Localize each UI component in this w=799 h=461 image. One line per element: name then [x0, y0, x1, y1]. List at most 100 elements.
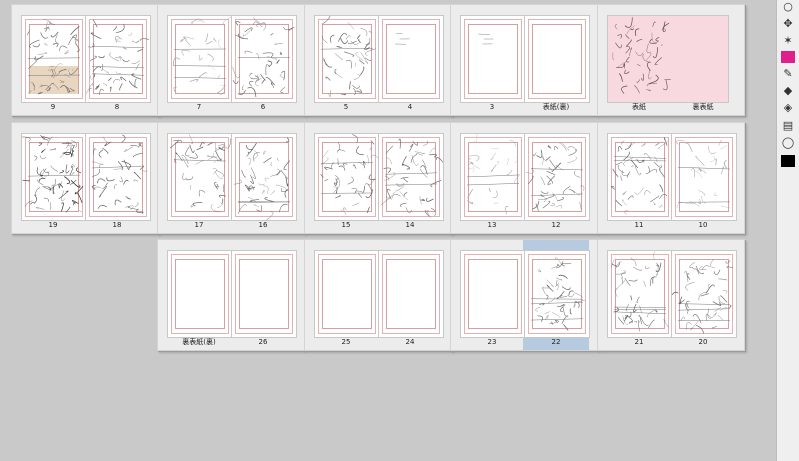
page-number-label: 裏表紙(裏) [182, 338, 216, 346]
page-thumbnail[interactable] [460, 133, 526, 221]
page-thumbnail[interactable] [671, 250, 737, 338]
page-thumbnail[interactable] [231, 250, 297, 338]
page-spread[interactable]: 13 12 [450, 122, 598, 234]
page-sketch [169, 134, 232, 213]
page-number-label: 表紙(裏) [542, 103, 570, 111]
page-sketch [672, 259, 734, 334]
page-spread[interactable]: 25 24 [304, 239, 452, 351]
page-sketch [86, 19, 149, 95]
page-thumbnail[interactable] [21, 15, 87, 103]
page-number-label: 26 [258, 338, 268, 346]
page-thumbnail[interactable] [524, 15, 590, 103]
page-thumbnail[interactable] [231, 15, 297, 103]
page-spread[interactable]: 98 [11, 4, 159, 116]
page-thumbnail[interactable] [378, 15, 444, 103]
page-number-label: 24 [405, 338, 415, 346]
page-sketch [315, 251, 379, 337]
page-sketch [461, 251, 525, 337]
balloon-icon[interactable]: ◯ [780, 136, 796, 150]
lasso-select-icon[interactable]: ○ [780, 0, 796, 14]
page-spread[interactable]: 76 [157, 4, 305, 116]
page-sketch [525, 16, 589, 102]
page-thumbnail[interactable] [314, 15, 380, 103]
page-thumbnail[interactable] [671, 133, 737, 221]
page-number-label: 16 [258, 221, 268, 229]
page-sketch [173, 16, 232, 95]
page-spread[interactable]: 表紙 裏表紙 [597, 4, 745, 116]
page-sketch [466, 134, 521, 215]
page-thumbnail[interactable] [378, 133, 444, 221]
page-number-label: 19 [48, 221, 58, 229]
page-thumbnail[interactable] [607, 250, 673, 338]
move-icon[interactable]: ✥ [780, 17, 796, 31]
eraser-icon[interactable]: ◆ [780, 84, 796, 98]
page-sketch [26, 18, 81, 95]
page-number-label: 裏表紙 [692, 103, 714, 111]
page-spread[interactable]: 19 18 [11, 122, 159, 234]
page-number-label: 23 [487, 338, 497, 346]
page-thumbnail[interactable] [524, 250, 590, 338]
page-thumbnail[interactable] [314, 250, 380, 338]
page-spread[interactable]: 21 20 [597, 239, 745, 351]
page-number-label: 8 [114, 103, 120, 111]
cover-page[interactable] [607, 15, 729, 103]
color-swatch-black[interactable] [781, 155, 795, 167]
page-sketch [22, 135, 84, 213]
page-thumbnail[interactable] [378, 250, 444, 338]
page-sketch [168, 251, 232, 337]
page-spread[interactable]: 3 表紙(裏) [450, 4, 598, 116]
page-number-label: 15 [341, 221, 351, 229]
pen-icon[interactable]: ✎ [780, 67, 796, 81]
page-sketch [612, 17, 671, 94]
tool-palette: ○ ✥ ✶ ✎ ◆ ◈ ▤ ◯ [776, 0, 799, 461]
page-sketch [91, 134, 148, 214]
page-number-label: 6 [260, 103, 266, 111]
page-sketch [320, 16, 376, 98]
page-sketch [530, 257, 586, 331]
page-number-label: 22 [551, 338, 561, 346]
page-sketch [320, 134, 379, 216]
page-spread[interactable]: 15 14 [304, 122, 452, 234]
page-number-label: 4 [407, 103, 413, 111]
page-number-label: 5 [343, 103, 349, 111]
page-sketch [380, 138, 443, 218]
page-thumbnail[interactable] [21, 133, 87, 221]
page-sketch [525, 142, 585, 212]
page-number-label: 9 [50, 103, 56, 111]
color-swatch-pink[interactable] [781, 51, 795, 63]
page-number-label: 20 [698, 338, 708, 346]
page-thumbnail[interactable] [524, 133, 590, 221]
page-sketch [232, 251, 296, 337]
page-number-label: 3 [489, 103, 495, 111]
page-sketch [233, 137, 291, 220]
page-number-label: 7 [196, 103, 202, 111]
page-sketch [610, 251, 669, 332]
page-thumbnail[interactable] [167, 250, 233, 338]
page-spread[interactable]: 裏表紙(裏) 26 [157, 239, 305, 351]
page-thumbnail[interactable] [607, 133, 673, 221]
page-number-label: 18 [112, 221, 122, 229]
page-thumbnail[interactable] [85, 133, 151, 221]
page-spread[interactable]: 17 16 [157, 122, 305, 234]
page-spread[interactable]: 23 22 [450, 239, 598, 351]
page-manager-canvas: 9 8 7 6 5 4 3 表紙(裏) 表紙 裏表紙 19 18 17 16 15 14 13 12 11 10 裏表紙… [0, 0, 776, 461]
page-thumbnail[interactable] [231, 133, 297, 221]
page-thumbnail[interactable] [167, 133, 233, 221]
page-thumbnail[interactable] [460, 15, 526, 103]
page-thumbnail[interactable] [460, 250, 526, 338]
page-number-label: 14 [405, 221, 415, 229]
page-thumbnail[interactable] [85, 15, 151, 103]
magic-wand-icon[interactable]: ✶ [780, 34, 796, 48]
fill-icon[interactable]: ◈ [780, 101, 796, 115]
page-spread[interactable]: 11 10 [597, 122, 745, 234]
page-sketch [379, 251, 443, 337]
page-number-label: 10 [698, 221, 708, 229]
page-number-label: 13 [487, 221, 497, 229]
page-thumbnail[interactable] [167, 15, 233, 103]
page-sketch [478, 33, 494, 45]
page-thumbnail[interactable] [314, 133, 380, 221]
page-number-label: 17 [194, 221, 204, 229]
frame-icon[interactable]: ▤ [780, 119, 796, 133]
page-spread[interactable]: 54 [304, 4, 452, 116]
page-sketch [395, 32, 410, 45]
